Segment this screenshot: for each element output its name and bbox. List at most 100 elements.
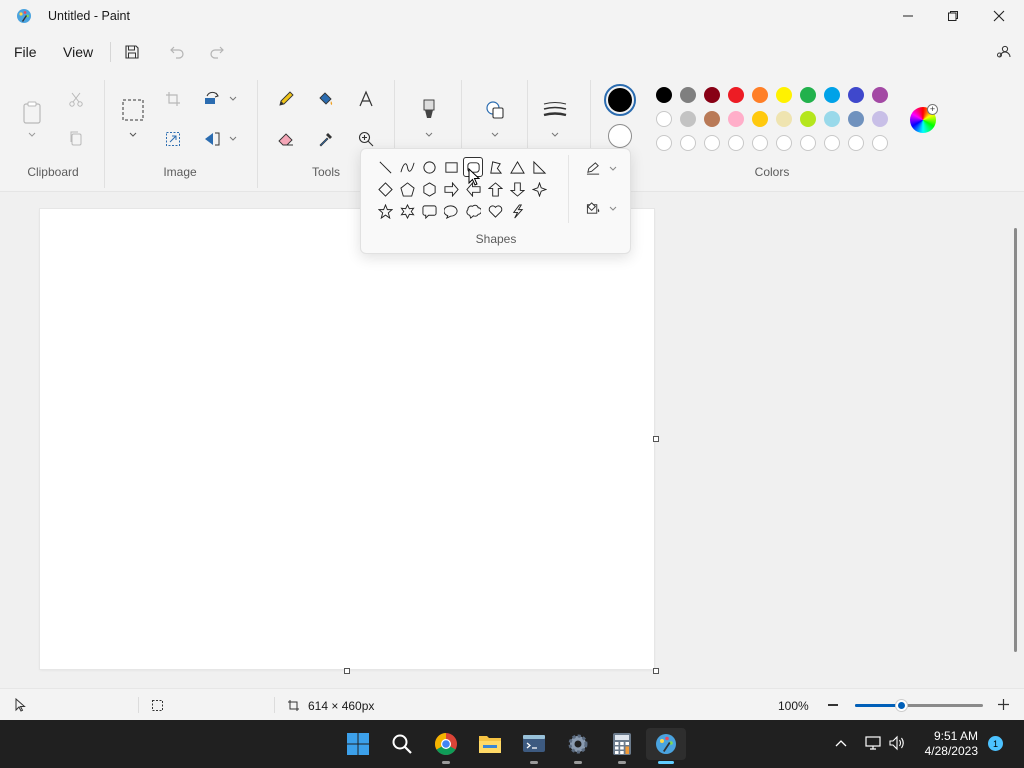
custom-color-slot[interactable] (680, 135, 696, 151)
save-icon[interactable] (122, 42, 142, 62)
chrome-taskbar-button[interactable] (426, 728, 466, 764)
notification-badge[interactable]: 1 (988, 736, 1003, 751)
size-icon[interactable] (542, 98, 568, 122)
color-swatch[interactable] (656, 111, 672, 127)
polygon-shape-icon[interactable] (485, 157, 505, 177)
line-shape-icon[interactable] (375, 157, 395, 177)
oval-callout-shape-icon[interactable] (441, 201, 461, 221)
right-arrow-shape-icon[interactable] (441, 179, 461, 199)
brushes-icon[interactable] (417, 96, 441, 124)
color-swatch[interactable] (848, 87, 864, 103)
paste-chevron-down-icon[interactable] (27, 130, 37, 140)
custom-color-slot[interactable] (824, 135, 840, 151)
color-swatch[interactable] (728, 111, 744, 127)
color-swatch[interactable] (824, 87, 840, 103)
color-picker-icon[interactable] (314, 127, 338, 151)
canvas-resize-handle-right[interactable] (653, 436, 659, 442)
color-swatch[interactable] (872, 111, 888, 127)
share-account-icon[interactable] (994, 42, 1014, 62)
start-button[interactable] (338, 728, 378, 760)
paste-icon[interactable] (20, 98, 44, 126)
color-swatch[interactable] (752, 111, 768, 127)
rotate-icon[interactable] (200, 87, 224, 111)
custom-color-slot[interactable] (800, 135, 816, 151)
drawing-canvas[interactable] (40, 209, 654, 669)
calculator-taskbar-button[interactable] (602, 728, 642, 764)
pentagon-shape-icon[interactable] (397, 179, 417, 199)
outline-icon[interactable] (582, 158, 604, 178)
four-point-star-shape-icon[interactable] (529, 179, 549, 199)
curve-shape-icon[interactable] (397, 157, 417, 177)
six-point-star-shape-icon[interactable] (397, 201, 417, 221)
color-swatch[interactable] (776, 111, 792, 127)
volume-icon[interactable] (888, 735, 906, 751)
color-swatch[interactable] (800, 111, 816, 127)
size-chevron-down-icon[interactable] (550, 130, 560, 140)
heart-shape-icon[interactable] (485, 201, 505, 221)
restore-button[interactable] (930, 0, 976, 32)
view-menu[interactable]: View (63, 44, 93, 60)
zoom-in-icon[interactable] (997, 698, 1010, 711)
brushes-chevron-down-icon[interactable] (424, 130, 434, 140)
close-button[interactable] (976, 0, 1022, 32)
triangle-shape-icon[interactable] (507, 157, 527, 177)
fill-chevron-down-icon[interactable] (608, 204, 618, 214)
network-icon[interactable] (864, 735, 882, 751)
color-swatch[interactable] (680, 111, 696, 127)
vertical-scrollbar[interactable] (1014, 228, 1017, 652)
color-swatch[interactable] (848, 111, 864, 127)
fill-icon[interactable] (314, 87, 338, 111)
shapes-icon[interactable] (483, 98, 507, 122)
custom-color-slot[interactable] (752, 135, 768, 151)
rounded-rectangular-callout-shape-icon[interactable] (419, 201, 439, 221)
custom-color-slot[interactable] (728, 135, 744, 151)
file-explorer-taskbar-button[interactable] (470, 728, 510, 760)
zoom-out-icon[interactable] (828, 704, 838, 706)
color-swatch[interactable] (800, 87, 816, 103)
search-button[interactable] (382, 728, 422, 760)
up-arrow-shape-icon[interactable] (485, 179, 505, 199)
color-swatch[interactable] (728, 87, 744, 103)
color-swatch[interactable] (872, 87, 888, 103)
shapes-chevron-down-icon[interactable] (490, 130, 500, 140)
text-icon[interactable] (354, 87, 378, 111)
flip-chevron-down-icon[interactable] (228, 134, 238, 144)
eraser-icon[interactable] (274, 127, 298, 151)
terminal-taskbar-button[interactable] (514, 728, 554, 764)
edit-colors-icon[interactable]: + (910, 104, 938, 133)
chevron-up-icon[interactable] (834, 738, 848, 748)
copy-icon[interactable] (64, 126, 88, 150)
color-swatch[interactable] (680, 87, 696, 103)
flip-icon[interactable] (200, 127, 224, 151)
color-swatch[interactable] (656, 87, 672, 103)
crop-icon[interactable] (161, 87, 185, 111)
zoom-slider-thumb[interactable] (895, 699, 909, 712)
custom-color-slot[interactable] (776, 135, 792, 151)
color-swatch[interactable] (704, 111, 720, 127)
five-point-star-shape-icon[interactable] (375, 201, 395, 221)
secondary-color-button[interactable] (608, 124, 632, 148)
custom-color-slot[interactable] (704, 135, 720, 151)
pencil-icon[interactable] (274, 87, 298, 111)
color-swatch[interactable] (752, 87, 768, 103)
custom-color-slot[interactable] (872, 135, 888, 151)
cloud-callout-shape-icon[interactable] (463, 201, 483, 221)
select-icon[interactable] (121, 98, 145, 122)
fill-shape-icon[interactable] (582, 198, 604, 218)
custom-color-slot[interactable] (848, 135, 864, 151)
rectangle-shape-icon[interactable] (441, 157, 461, 177)
zoom-slider-track[interactable] (855, 699, 983, 712)
oval-shape-icon[interactable] (419, 157, 439, 177)
canvas-resize-handle-corner[interactable] (653, 668, 659, 674)
minimize-button[interactable] (885, 0, 931, 32)
file-menu[interactable]: File (14, 44, 37, 60)
system-clock[interactable]: 9:51 AM 4/28/2023 (916, 729, 978, 759)
select-chevron-down-icon[interactable] (128, 130, 138, 140)
resize-icon[interactable] (161, 127, 185, 151)
down-arrow-shape-icon[interactable] (507, 179, 527, 199)
color-swatch[interactable] (824, 111, 840, 127)
outline-chevron-down-icon[interactable] (608, 164, 618, 174)
undo-icon[interactable] (167, 42, 187, 62)
settings-taskbar-button[interactable] (558, 728, 598, 764)
paint-taskbar-button[interactable] (646, 728, 686, 764)
